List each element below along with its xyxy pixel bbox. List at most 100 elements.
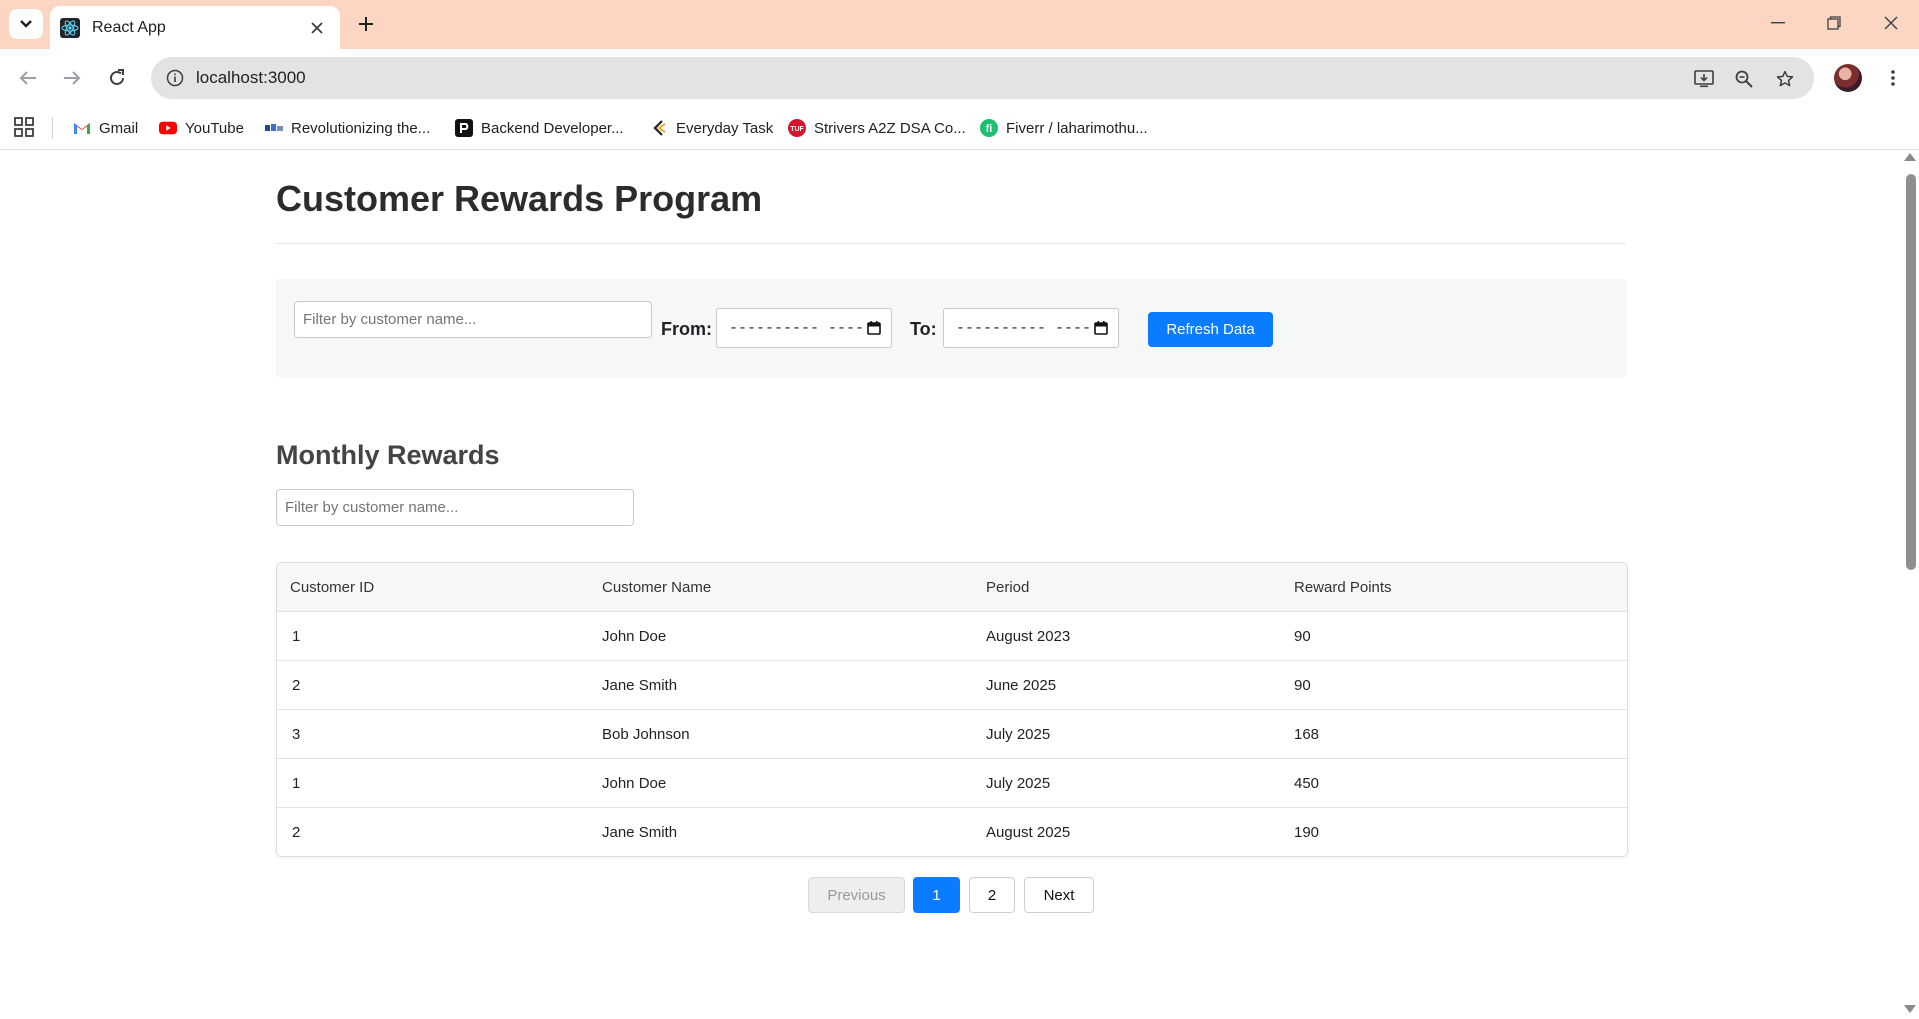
tuf-icon: TUF	[788, 119, 806, 137]
cell-customer-id: 3	[277, 709, 602, 759]
to-label: To:	[910, 319, 937, 339]
table-header-row: Customer ID Customer Name Period Reward …	[277, 563, 1627, 612]
gmail-icon	[73, 119, 91, 137]
cell-customer-id: 1	[277, 611, 602, 661]
column-header-period[interactable]: Period	[986, 563, 1294, 612]
bookmark-label: Gmail	[99, 119, 139, 137]
arrow-right-icon	[64, 71, 81, 85]
bookmark-strivers[interactable]: TUF Strivers A2Z DSA Co...	[788, 116, 966, 140]
next-page-button[interactable]: Next	[1024, 877, 1094, 913]
cell-reward-points: 90	[1294, 660, 1627, 710]
cell-customer-name: Jane Smith	[602, 660, 986, 710]
bookmark-backend[interactable]: Backend Developer...	[455, 116, 624, 140]
react-logo-icon	[60, 17, 80, 38]
column-header-reward-points[interactable]: Reward Points	[1294, 563, 1627, 612]
bookmark-label: Fiverr / laharimothu...	[1006, 119, 1148, 137]
cell-reward-points: 168	[1294, 709, 1627, 759]
page-2-button[interactable]: 2	[969, 877, 1015, 913]
new-tab-button[interactable]	[353, 10, 379, 38]
bookmarks-bar: Gmail YouTube Revolutionizing the... Bac…	[0, 107, 1919, 150]
scroll-up-arrow-icon[interactable]	[1904, 153, 1916, 161]
table-row: 2 Jane Smith August 2025 190	[277, 808, 1627, 857]
reload-button[interactable]	[101, 62, 133, 94]
to-date-input[interactable]: ---------- ----	[943, 308, 1119, 348]
close-icon	[1884, 16, 1898, 30]
bookmark-revolutionizing[interactable]: Revolutionizing the...	[265, 116, 430, 140]
bookmark-label: Everyday Task	[676, 119, 774, 137]
from-label: From:	[661, 319, 712, 339]
url-text: localhost:3000	[196, 68, 306, 87]
youtube-icon	[159, 119, 177, 137]
customer-name-filter-input[interactable]: Filter by customer name...	[294, 301, 652, 338]
bookmark-label: YouTube	[185, 119, 244, 137]
profile-avatar[interactable]	[1834, 64, 1862, 92]
plus-icon	[359, 17, 373, 31]
refresh-data-button[interactable]: Refresh Data	[1148, 312, 1273, 347]
scrollbar-thumb[interactable]	[1906, 174, 1916, 570]
bookmark-gmail[interactable]: Gmail	[73, 116, 138, 140]
roadmap-icon	[455, 119, 473, 137]
cell-customer-name: Bob Johnson	[602, 709, 986, 759]
cell-period: June 2025	[986, 660, 1294, 710]
table-row: 1 John Doe August 2023 90	[277, 611, 1627, 661]
column-header-customer-name[interactable]: Customer Name	[602, 563, 986, 612]
browser-toolbar: localhost:3000	[0, 49, 1919, 107]
from-date-value: ---------- ----	[729, 319, 865, 337]
cell-reward-points: 450	[1294, 758, 1627, 808]
site-info-icon[interactable]	[161, 64, 189, 92]
column-header-customer-id[interactable]: Customer ID	[277, 563, 602, 612]
cell-period: August 2023	[986, 611, 1294, 661]
cell-customer-name: Jane Smith	[602, 823, 678, 841]
cell-period: August 2025	[986, 823, 1071, 841]
forward-button[interactable]	[56, 62, 88, 94]
monthly-rewards-heading: Monthly Rewards	[276, 440, 500, 470]
previous-page-button[interactable]: Previous	[808, 877, 905, 913]
reload-icon	[110, 69, 124, 85]
bookmark-star-icon[interactable]	[1772, 66, 1798, 92]
from-date-input[interactable]: ---------- ----	[716, 308, 892, 348]
install-app-icon[interactable]	[1691, 66, 1717, 92]
bookmark-label: Strivers A2Z DSA Co...	[814, 119, 966, 137]
calendar-icon	[1094, 321, 1108, 335]
browser-menu-button[interactable]	[1880, 63, 1906, 93]
bookmark-label: Revolutionizing the...	[291, 119, 431, 137]
tab-search-button[interactable]	[9, 9, 43, 39]
page-title: Customer Rewards Program	[276, 178, 763, 219]
cell-period: July 2025	[986, 709, 1294, 759]
page-viewport: Customer Rewards Program Filter by custo…	[0, 150, 1903, 1019]
table-row: 2 Jane Smith June 2025 90	[277, 660, 1627, 710]
back-button[interactable]	[12, 62, 44, 94]
cell-customer-name: John Doe	[602, 758, 986, 808]
zoom-icon[interactable]	[1731, 66, 1757, 92]
monthly-rewards-table: Customer ID Customer Name Period Reward …	[276, 562, 1628, 857]
site-icon	[265, 119, 283, 137]
restore-button[interactable]	[1811, 6, 1857, 40]
table-row: 3 Bob Johnson July 2025 168	[277, 709, 1627, 759]
arrow-left-icon	[19, 71, 36, 85]
page-1-button[interactable]: 1	[913, 877, 960, 913]
bookmark-youtube[interactable]: YouTube	[159, 116, 244, 140]
close-window-button[interactable]	[1868, 6, 1914, 40]
cell-customer-id: 1	[277, 758, 602, 808]
monthly-filter-input[interactable]: Filter by customer name...	[276, 489, 634, 526]
to-date-value: ---------- ----	[956, 319, 1092, 337]
address-bar[interactable]: localhost:3000	[151, 57, 1814, 99]
bookmark-everyday-task[interactable]: Everyday Task	[650, 116, 773, 140]
apps-grid-icon[interactable]	[14, 117, 36, 139]
task-icon	[650, 119, 668, 137]
cell-customer-name: John Doe	[602, 611, 986, 661]
calendar-icon	[867, 321, 881, 335]
close-tab-icon[interactable]	[304, 15, 330, 41]
chevron-down-icon	[20, 20, 32, 28]
bookmarks-separator	[52, 117, 53, 139]
minimize-icon	[1771, 22, 1785, 24]
browser-tab[interactable]: React App	[50, 6, 340, 49]
filter-panel: Filter by customer name... From: -------…	[276, 279, 1626, 378]
tab-title: React App	[92, 18, 166, 36]
minimize-button[interactable]	[1755, 6, 1801, 40]
tab-strip: React App	[0, 0, 1919, 49]
bookmark-fiverr[interactable]: fi Fiverr / laharimothu...	[980, 116, 1148, 140]
scroll-down-arrow-icon[interactable]	[1904, 1005, 1916, 1013]
pagination: Previous 1 2 Next	[808, 877, 1098, 913]
svg-text:fi: fi	[986, 123, 993, 135]
